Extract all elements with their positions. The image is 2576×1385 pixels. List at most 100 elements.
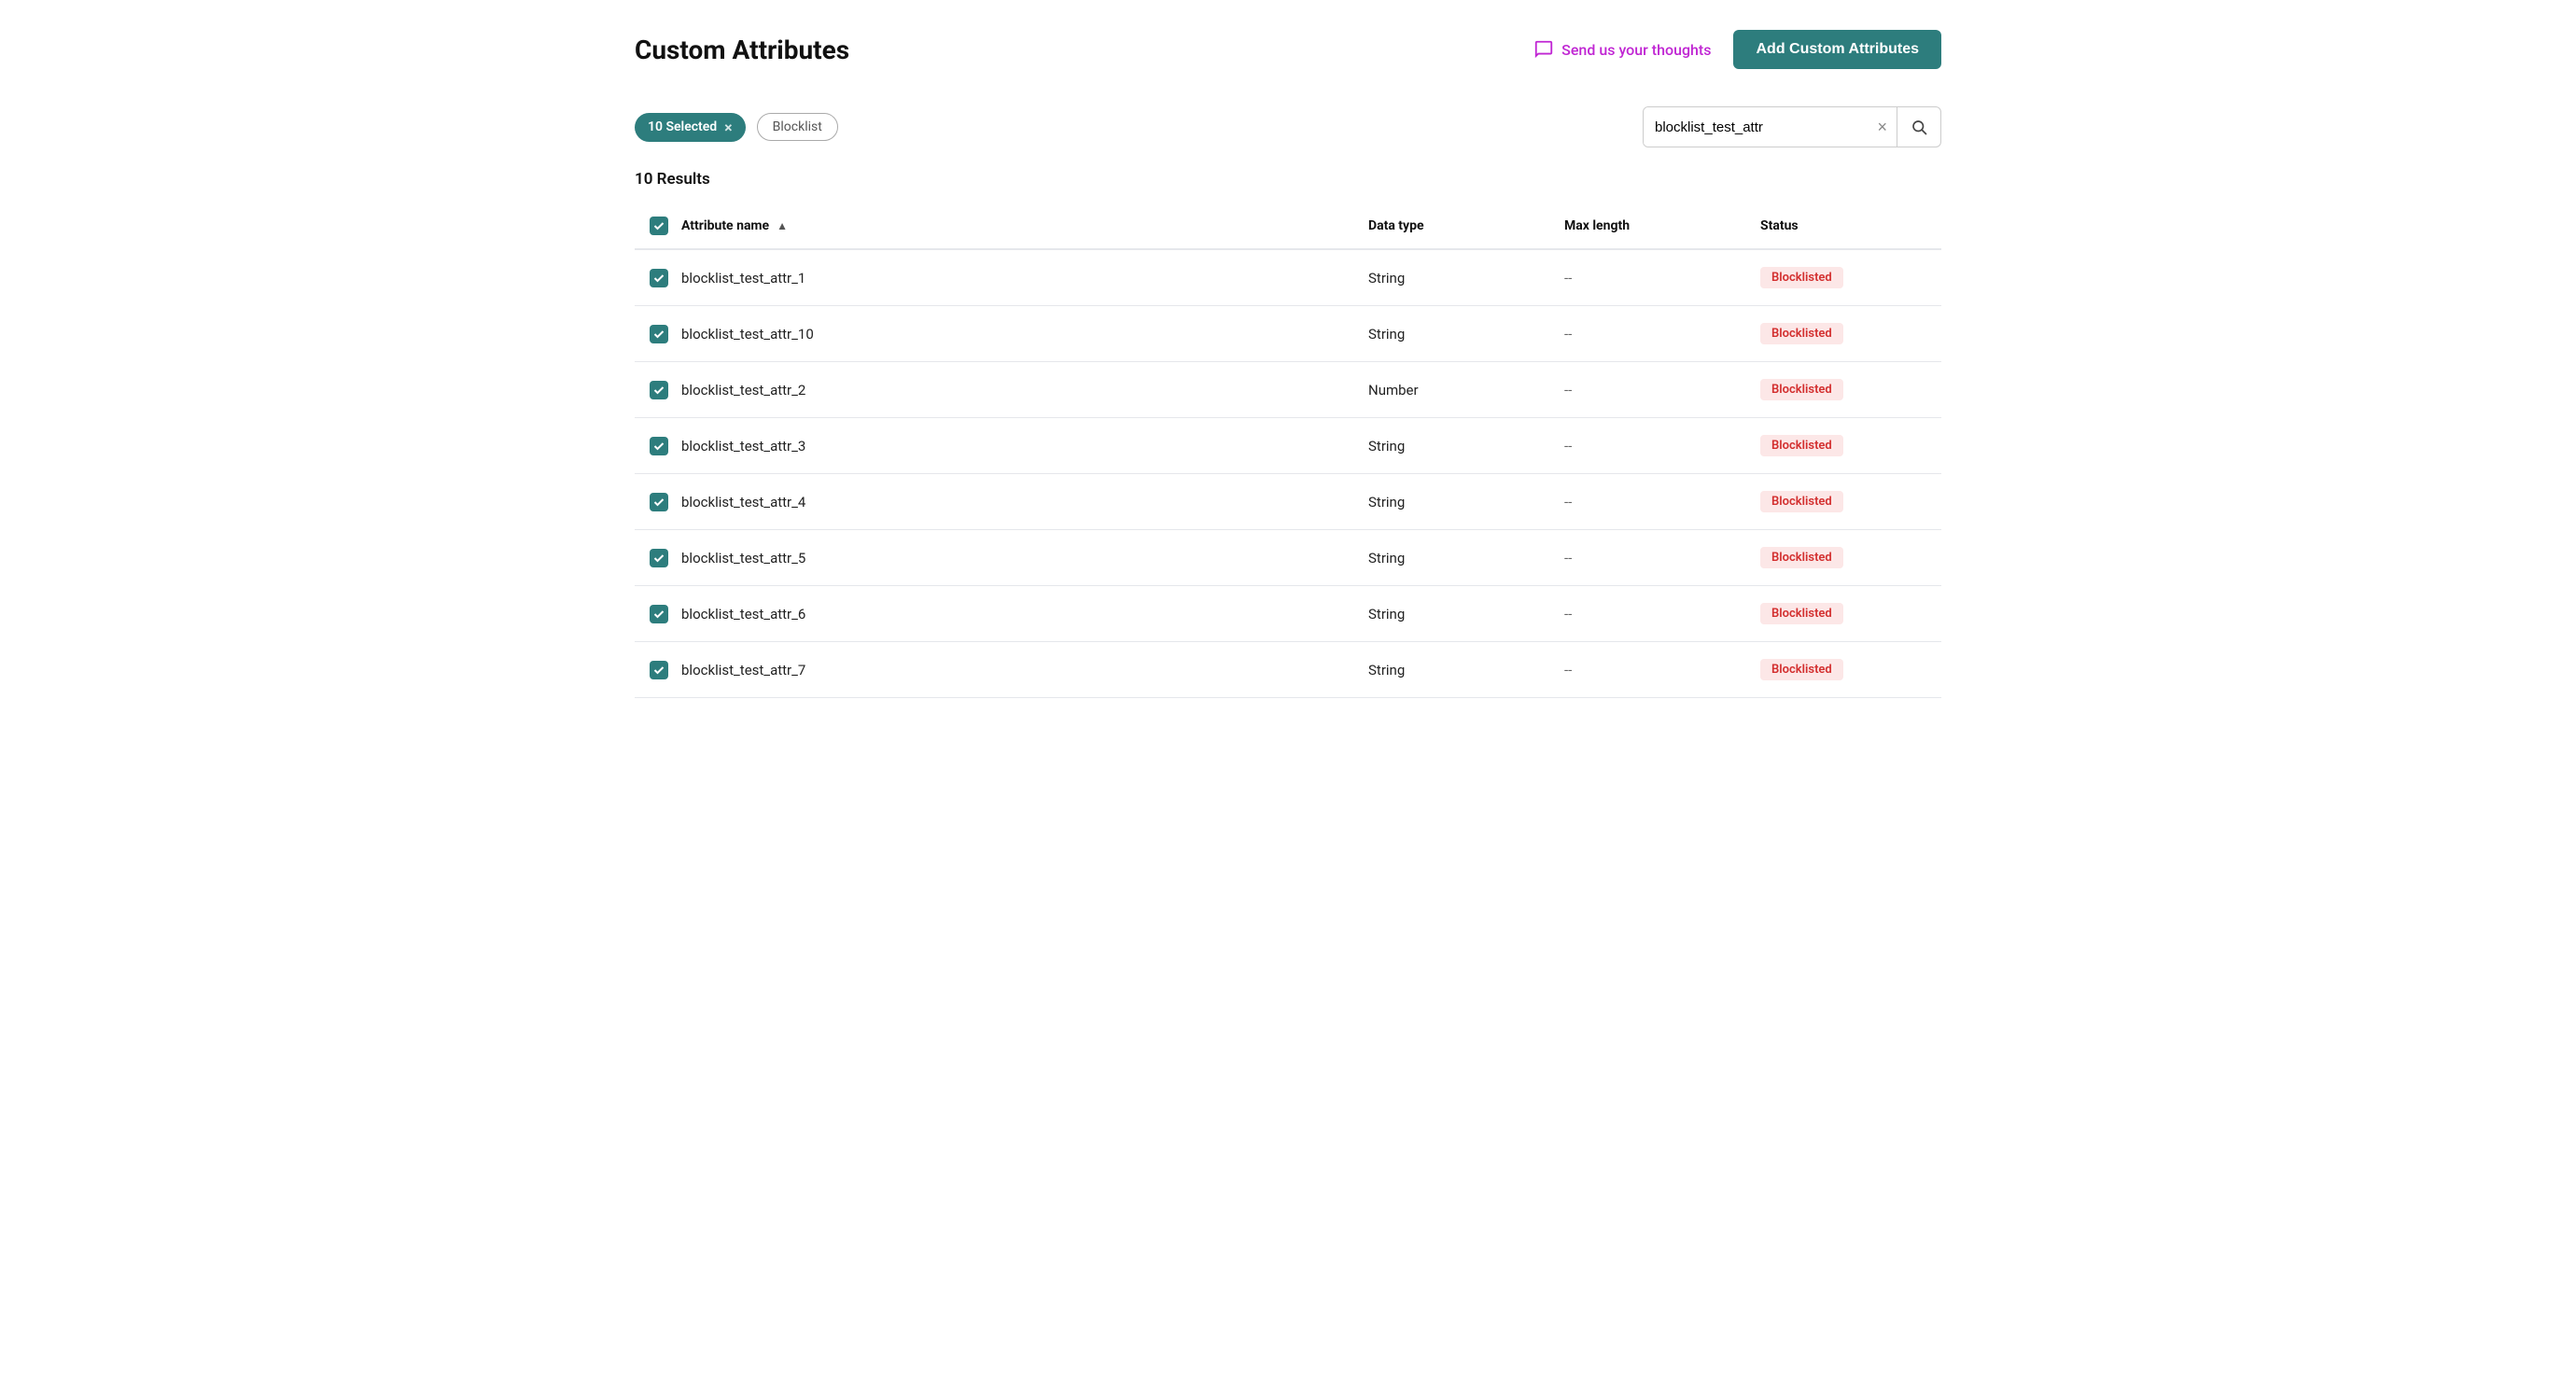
select-all-checkbox[interactable] xyxy=(650,217,668,235)
status-badge-3: Blocklisted xyxy=(1760,435,1843,456)
row-attr-name-0: blocklist_test_attr_1 xyxy=(681,270,805,287)
cell-maxlength-2: -- xyxy=(1549,362,1745,418)
row-maxlength-4: -- xyxy=(1564,494,1572,511)
cell-datatype-7: String xyxy=(1353,642,1549,698)
row-maxlength-7: -- xyxy=(1564,662,1572,679)
row-checkbox-1[interactable] xyxy=(650,325,668,343)
row-maxlength-2: -- xyxy=(1564,382,1572,399)
search-icon xyxy=(1911,119,1927,135)
cell-maxlength-5: -- xyxy=(1549,530,1745,586)
cell-datatype-5: String xyxy=(1353,530,1549,586)
row-attr-name-7: blocklist_test_attr_7 xyxy=(681,662,805,679)
row-maxlength-3: -- xyxy=(1564,438,1572,455)
status-badge-1: Blocklisted xyxy=(1760,323,1843,344)
col-header-name: Attribute name ▲ xyxy=(635,203,1353,249)
cell-status-7: Blocklisted xyxy=(1745,642,1941,698)
table-row: blocklist_test_attr_3 String -- Blocklis… xyxy=(635,418,1941,474)
header-actions: Send us your thoughts Add Custom Attribu… xyxy=(1533,30,1941,69)
table-row: blocklist_test_attr_10 String -- Blockli… xyxy=(635,306,1941,362)
row-check-icon-0 xyxy=(653,273,665,284)
page-title: Custom Attributes xyxy=(635,35,849,65)
row-datatype-0: String xyxy=(1368,270,1405,287)
cell-name-6: blocklist_test_attr_6 xyxy=(635,586,1353,642)
row-attr-name-3: blocklist_test_attr_3 xyxy=(681,438,805,455)
cell-maxlength-3: -- xyxy=(1549,418,1745,474)
row-checkbox-0[interactable] xyxy=(650,269,668,287)
row-datatype-2: Number xyxy=(1368,382,1419,399)
select-all-check-icon xyxy=(653,220,665,231)
search-input[interactable] xyxy=(1644,107,1868,147)
sort-icon[interactable]: ▲ xyxy=(777,219,788,232)
search-clear-button[interactable]: × xyxy=(1868,107,1897,147)
table-row: blocklist_test_attr_5 String -- Blocklis… xyxy=(635,530,1941,586)
cell-datatype-2: Number xyxy=(1353,362,1549,418)
row-maxlength-5: -- xyxy=(1564,550,1572,567)
row-check-icon-7 xyxy=(653,665,665,676)
table-row: blocklist_test_attr_2 Number -- Blocklis… xyxy=(635,362,1941,418)
table-row: blocklist_test_attr_6 String -- Blocklis… xyxy=(635,586,1941,642)
results-count: 10 Results xyxy=(635,170,1941,189)
row-check-icon-5 xyxy=(653,553,665,564)
cell-status-5: Blocklisted xyxy=(1745,530,1941,586)
status-badge-5: Blocklisted xyxy=(1760,547,1843,568)
add-custom-attributes-button[interactable]: Add Custom Attributes xyxy=(1733,30,1941,69)
row-datatype-3: String xyxy=(1368,438,1405,455)
row-checkbox-4[interactable] xyxy=(650,493,668,511)
cell-datatype-3: String xyxy=(1353,418,1549,474)
feedback-icon xyxy=(1533,39,1554,60)
table-row: blocklist_test_attr_1 String -- Blocklis… xyxy=(635,249,1941,306)
attributes-table: Attribute name ▲ Data type Max length St… xyxy=(635,203,1941,698)
row-check-icon-2 xyxy=(653,385,665,396)
table-header: Attribute name ▲ Data type Max length St… xyxy=(635,203,1941,249)
row-checkbox-3[interactable] xyxy=(650,437,668,455)
status-badge-0: Blocklisted xyxy=(1760,267,1843,288)
row-datatype-5: String xyxy=(1368,550,1405,567)
feedback-link[interactable]: Send us your thoughts xyxy=(1533,39,1711,60)
feedback-label: Send us your thoughts xyxy=(1561,41,1711,59)
cell-name-5: blocklist_test_attr_5 xyxy=(635,530,1353,586)
cell-name-2: blocklist_test_attr_2 xyxy=(635,362,1353,418)
cell-status-0: Blocklisted xyxy=(1745,249,1941,306)
row-datatype-6: String xyxy=(1368,606,1405,623)
row-checkbox-7[interactable] xyxy=(650,661,668,679)
cell-status-4: Blocklisted xyxy=(1745,474,1941,530)
row-maxlength-6: -- xyxy=(1564,606,1572,623)
search-container: × xyxy=(1643,106,1941,147)
filters-left: 10 Selected × Blocklist xyxy=(635,113,838,142)
cell-datatype-0: String xyxy=(1353,249,1549,306)
row-attr-name-4: blocklist_test_attr_4 xyxy=(681,494,805,511)
cell-datatype-6: String xyxy=(1353,586,1549,642)
cell-maxlength-4: -- xyxy=(1549,474,1745,530)
row-checkbox-5[interactable] xyxy=(650,549,668,567)
cell-maxlength-1: -- xyxy=(1549,306,1745,362)
blocklist-filter-tag[interactable]: Blocklist xyxy=(757,113,838,141)
cell-name-0: blocklist_test_attr_1 xyxy=(635,249,1353,306)
status-badge-2: Blocklisted xyxy=(1760,379,1843,400)
selected-badge[interactable]: 10 Selected × xyxy=(635,113,746,142)
col-header-status: Status xyxy=(1745,203,1941,249)
cell-datatype-4: String xyxy=(1353,474,1549,530)
clear-selection-icon[interactable]: × xyxy=(724,119,733,136)
row-attr-name-5: blocklist_test_attr_5 xyxy=(681,550,805,567)
row-check-icon-1 xyxy=(653,329,665,340)
cell-status-1: Blocklisted xyxy=(1745,306,1941,362)
cell-maxlength-6: -- xyxy=(1549,586,1745,642)
status-badge-6: Blocklisted xyxy=(1760,603,1843,624)
status-badge-7: Blocklisted xyxy=(1760,659,1843,680)
row-datatype-1: String xyxy=(1368,326,1405,343)
table-row: blocklist_test_attr_4 String -- Blocklis… xyxy=(635,474,1941,530)
row-checkbox-6[interactable] xyxy=(650,605,668,623)
col-header-maxlength: Max length xyxy=(1549,203,1745,249)
cell-name-7: blocklist_test_attr_7 xyxy=(635,642,1353,698)
table-row: blocklist_test_attr_7 String -- Blocklis… xyxy=(635,642,1941,698)
search-submit-button[interactable] xyxy=(1897,107,1940,147)
row-attr-name-1: blocklist_test_attr_10 xyxy=(681,326,814,343)
col-name-label: Attribute name xyxy=(681,218,769,233)
row-datatype-4: String xyxy=(1368,494,1405,511)
cell-name-1: blocklist_test_attr_10 xyxy=(635,306,1353,362)
cell-maxlength-7: -- xyxy=(1549,642,1745,698)
row-datatype-7: String xyxy=(1368,662,1405,679)
row-checkbox-2[interactable] xyxy=(650,381,668,399)
row-attr-name-2: blocklist_test_attr_2 xyxy=(681,382,805,399)
page-header: Custom Attributes Send us your thoughts … xyxy=(635,30,1941,69)
